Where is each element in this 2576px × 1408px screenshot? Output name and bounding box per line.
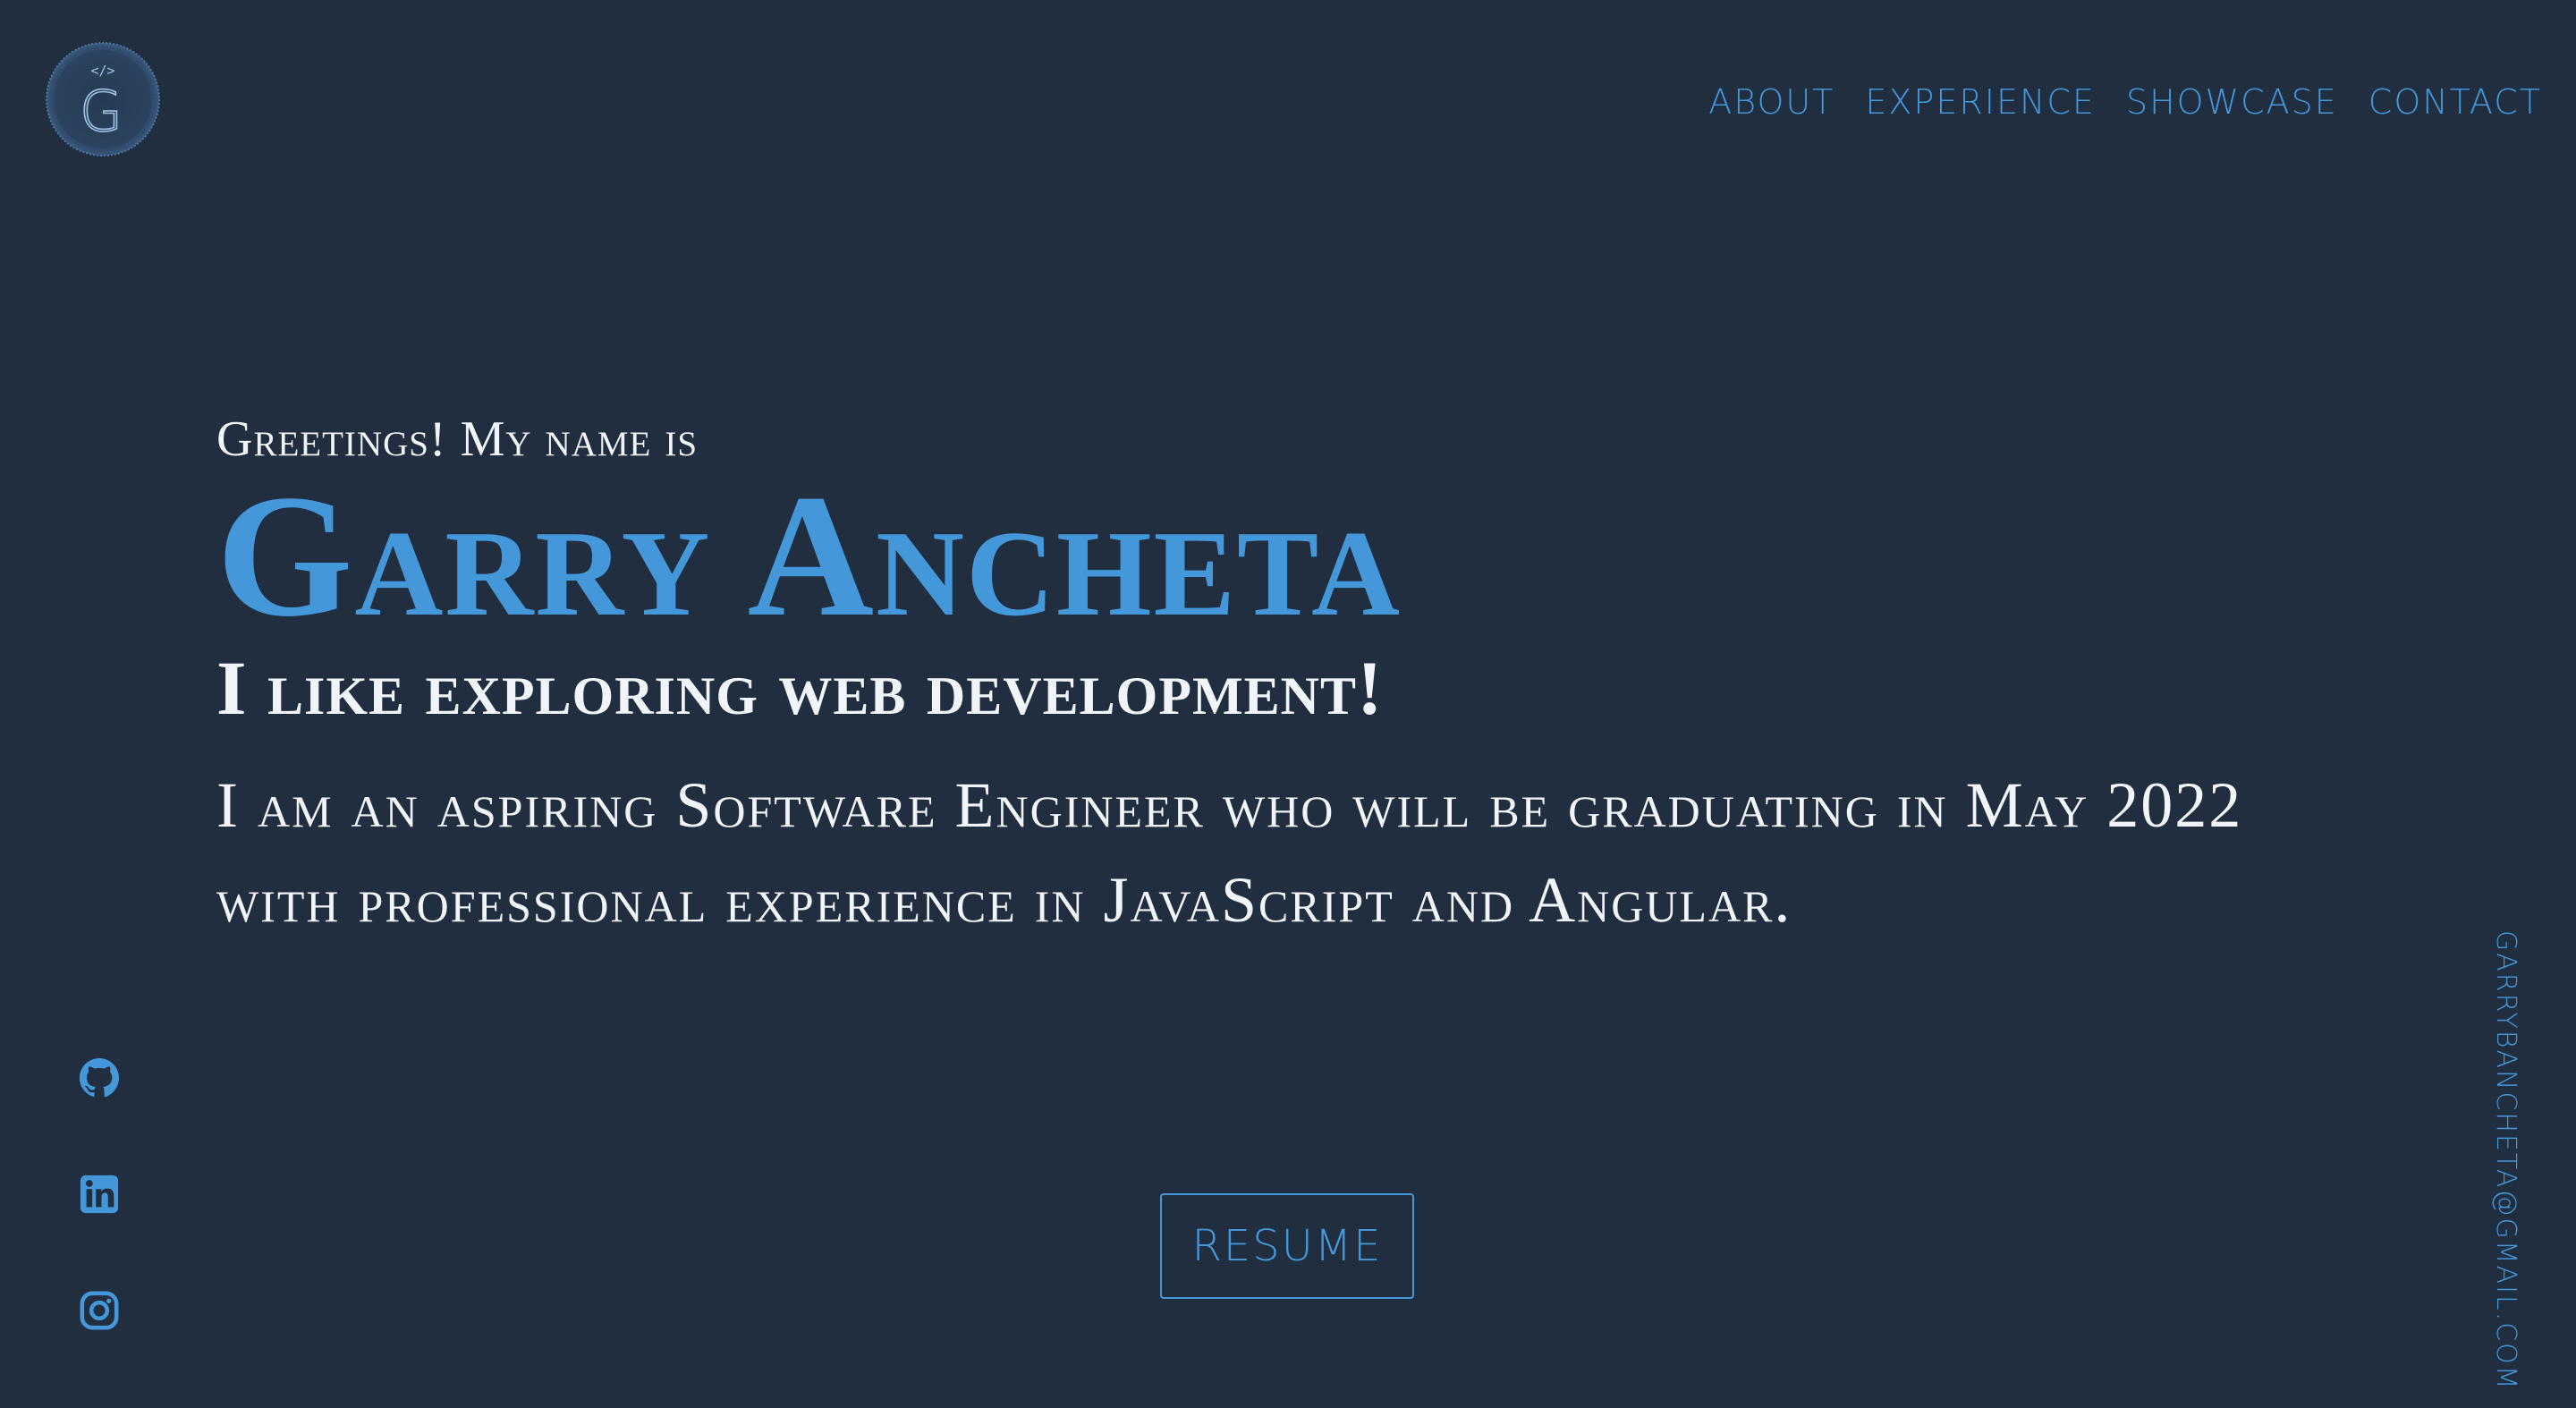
- linkedin-link[interactable]: [79, 1174, 120, 1215]
- main-nav: ABOUT EXPERIENCE SHOWCASE CONTACT: [1708, 82, 2542, 122]
- site-logo[interactable]: </> G: [45, 41, 161, 157]
- hero-name: Garry Ancheta: [216, 459, 1402, 653]
- resume-button[interactable]: RESUME: [1160, 1193, 1414, 1299]
- instagram-icon: [80, 1291, 119, 1330]
- nav-contact-link[interactable]: CONTACT: [2368, 82, 2542, 122]
- nav-experience-link[interactable]: EXPERIENCE: [1865, 82, 2096, 122]
- nav-about-link[interactable]: ABOUT: [1708, 82, 1835, 122]
- social-links: [79, 1057, 120, 1331]
- github-icon: [79, 1057, 120, 1098]
- instagram-link[interactable]: [79, 1290, 120, 1331]
- nav-showcase-link[interactable]: SHOWCASE: [2126, 82, 2338, 122]
- logo-letter: G: [80, 79, 123, 144]
- hero-section: Greetings! My name is Garry Ancheta I li…: [216, 407, 2345, 947]
- code-g-logo-icon: </> G: [46, 42, 160, 157]
- hero-bio: I am an aspiring Software Engineer who w…: [216, 769, 2243, 936]
- linkedin-icon: [80, 1175, 119, 1214]
- email-link[interactable]: GARRYBANCHETA@GMAIL.COM: [2490, 930, 2521, 1391]
- hero-tagline: I like exploring web development!: [216, 645, 1384, 731]
- logo-code-symbol: </>: [90, 63, 114, 79]
- github-link[interactable]: [79, 1057, 120, 1098]
